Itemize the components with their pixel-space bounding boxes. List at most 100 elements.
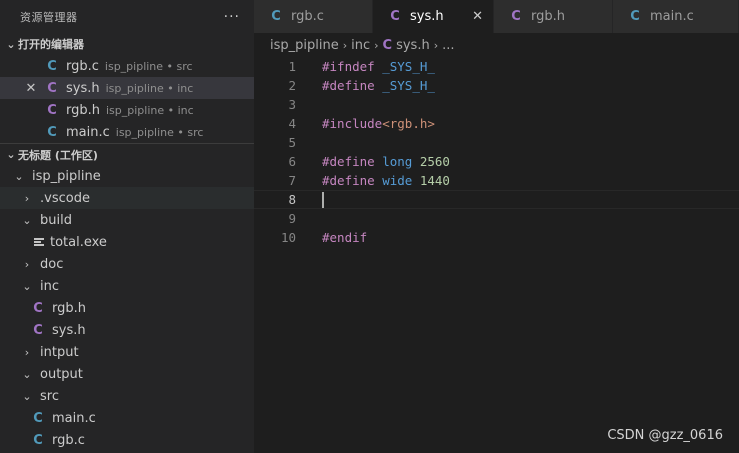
- line-source: #ifndef _SYS_H_: [296, 59, 435, 74]
- tab-label: rgb.h: [531, 9, 565, 24]
- tab-rgb-c[interactable]: C rgb.c: [254, 0, 373, 33]
- chevron-down-icon: ⌄: [6, 148, 16, 161]
- line-source: #define _SYS_H_: [296, 78, 435, 93]
- tree-folder[interactable]: › intput: [0, 341, 254, 363]
- tree-item-label: src: [40, 388, 59, 404]
- tree-item-label: inc: [40, 278, 59, 294]
- code-token: #define: [322, 173, 375, 188]
- tree-item-label: rgb.c: [52, 432, 85, 448]
- line-number: 3: [288, 97, 296, 112]
- explorer-sidebar: 资源管理器 ··· ⌄ 打开的编辑器 C rgb.c isp_pipline •…: [0, 0, 254, 453]
- tree-file[interactable]: C sys.h: [0, 319, 254, 341]
- tree-folder-root[interactable]: ⌄ isp_pipline: [0, 165, 254, 187]
- code-token: #define: [322, 78, 375, 93]
- breadcrumb-more[interactable]: ...: [442, 38, 454, 53]
- line-source: #endif: [296, 230, 367, 245]
- tab-main-c[interactable]: C main.c: [613, 0, 739, 33]
- chevron-right-icon: ›: [24, 345, 30, 359]
- chevron-down-icon: ⌄: [22, 367, 32, 381]
- tree-file[interactable]: total.exe: [0, 231, 254, 253]
- open-editor-name: rgb.c: [66, 58, 99, 74]
- tab-bar: C rgb.c C sys.h ✕ C rgb.h C main.c: [254, 0, 739, 33]
- tree-item-label: total.exe: [50, 234, 107, 250]
- tree-folder[interactable]: › doc: [0, 253, 254, 275]
- breadcrumb: isp_pipline › inc › C sys.h › ...: [254, 33, 739, 57]
- code-token: #define: [322, 154, 375, 169]
- h-file-icon: C: [33, 322, 43, 338]
- tree-folder[interactable]: › .vscode: [0, 187, 254, 209]
- code-line[interactable]: 2 #define _SYS_H_: [254, 76, 739, 95]
- h-file-icon: C: [33, 300, 43, 316]
- tab-rgb-h[interactable]: C rgb.h: [494, 0, 613, 33]
- code-editor[interactable]: 1 #ifndef _SYS_H_ 2 #define _SYS_H_ 3 4 #inclu…: [254, 57, 739, 247]
- tab-label: sys.h: [410, 9, 444, 24]
- open-editor-desc: isp_pipline • src: [115, 125, 204, 139]
- line-number: 7: [288, 173, 296, 188]
- tree-item-label: build: [40, 212, 72, 228]
- code-token: #ifndef: [322, 59, 375, 74]
- tab-sys-h[interactable]: C sys.h ✕: [373, 0, 494, 33]
- tree-folder[interactable]: ⌄ src: [0, 385, 254, 407]
- explorer-title: 资源管理器: [20, 10, 78, 24]
- line-number: 9: [288, 211, 296, 226]
- close-icon[interactable]: ✕: [20, 81, 42, 96]
- watermark: CSDN @gzz_0616: [607, 428, 723, 443]
- file-lines-icon: [34, 237, 44, 247]
- close-icon[interactable]: ✕: [472, 9, 483, 24]
- open-editor-item-active[interactable]: ✕ C sys.h isp_pipline • inc: [0, 77, 254, 99]
- breadcrumb-folder[interactable]: isp_pipline: [270, 38, 339, 53]
- line-number: 1: [288, 59, 296, 74]
- c-file-icon: C: [33, 432, 43, 448]
- open-editors-section-header[interactable]: ⌄ 打开的编辑器: [0, 33, 254, 55]
- open-editor-item[interactable]: C rgb.h isp_pipline • inc: [0, 99, 254, 121]
- code-line[interactable]: 9: [254, 209, 739, 228]
- chevron-right-icon: ›: [342, 38, 348, 52]
- text-cursor: [322, 191, 324, 208]
- chevron-down-icon: ⌄: [22, 213, 32, 227]
- chevron-down-icon: ⌄: [6, 37, 16, 51]
- tree-file[interactable]: C main.c: [0, 407, 254, 429]
- tree-folder[interactable]: ⌄ output: [0, 363, 254, 385]
- code-token: _SYS_H_: [382, 59, 435, 74]
- code-token: _SYS_H_: [382, 78, 435, 93]
- line-source: #define wide 1440: [296, 173, 450, 188]
- code-line[interactable]: 10 #endif: [254, 228, 739, 247]
- tree-file[interactable]: C rgb.c: [0, 429, 254, 451]
- open-editors-label: 打开的编辑器: [18, 38, 84, 51]
- tab-label: main.c: [650, 9, 694, 24]
- code-line[interactable]: 4 #include<rgb.h>: [254, 114, 739, 133]
- breadcrumb-subfolder[interactable]: inc: [351, 38, 370, 53]
- tree-folder[interactable]: ⌄ inc: [0, 275, 254, 297]
- tree-item-label: rgb.h: [52, 300, 86, 316]
- code-line[interactable]: 3: [254, 95, 739, 114]
- h-file-icon: C: [47, 102, 57, 118]
- tab-label: rgb.c: [291, 9, 324, 24]
- code-token: #include: [322, 116, 383, 131]
- workspace-section-header[interactable]: ⌄ 无标题 (工作区): [0, 143, 254, 165]
- code-line[interactable]: 6 #define long 2560: [254, 152, 739, 171]
- more-actions-icon[interactable]: ···: [224, 9, 240, 25]
- tree-item-label: output: [40, 366, 83, 382]
- c-file-icon: C: [47, 58, 57, 74]
- code-line[interactable]: 5: [254, 133, 739, 152]
- open-editor-name: sys.h: [66, 80, 100, 96]
- open-editor-name: main.c: [66, 124, 110, 140]
- code-line[interactable]: 7 #define wide 1440: [254, 171, 739, 190]
- code-token: 1440: [419, 173, 450, 188]
- line-number: 2: [288, 78, 296, 93]
- breadcrumb-file[interactable]: sys.h: [396, 38, 430, 53]
- code-line[interactable]: 1 #ifndef _SYS_H_: [254, 57, 739, 76]
- tree-folder[interactable]: ⌄ build: [0, 209, 254, 231]
- code-token: wide: [382, 173, 413, 188]
- open-editor-item[interactable]: C main.c isp_pipline • src: [0, 121, 254, 143]
- line-number: 4: [288, 116, 296, 131]
- open-editor-name: rgb.h: [66, 102, 100, 118]
- tree-file[interactable]: C rgb.h: [0, 297, 254, 319]
- h-file-icon: C: [47, 80, 57, 96]
- code-line-current[interactable]: 8: [254, 190, 739, 209]
- open-editor-desc: isp_pipline • inc: [105, 81, 194, 95]
- c-file-icon: C: [47, 124, 57, 140]
- open-editor-item[interactable]: C rgb.c isp_pipline • src: [0, 55, 254, 77]
